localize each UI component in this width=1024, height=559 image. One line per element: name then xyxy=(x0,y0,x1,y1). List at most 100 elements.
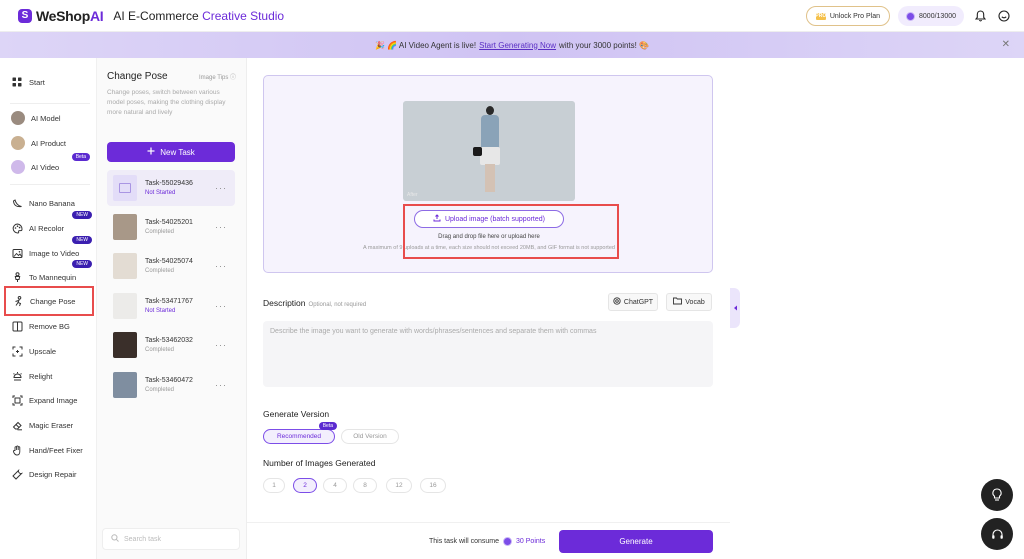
highlight-box xyxy=(403,204,619,259)
studio-title: AI E-Commerce Creative Studio xyxy=(113,8,285,23)
generate-version-label: Generate Version xyxy=(263,409,330,419)
main-editor: After Upload image (batch supported) Dra… xyxy=(247,58,730,559)
sidebar-item-ai-product[interactable]: AI Product xyxy=(8,132,94,154)
new-badge: NEW xyxy=(72,211,92,219)
pro-icon: PRO xyxy=(815,12,827,20)
generate-button[interactable]: Generate xyxy=(559,530,713,553)
num-images-option-16[interactable]: 16 xyxy=(420,478,446,493)
search-icon xyxy=(111,534,119,544)
num-images-option-1[interactable]: 1 xyxy=(263,478,285,493)
task-thumbnail xyxy=(113,372,137,398)
sidebar-item-remove-bg[interactable]: Remove BG xyxy=(8,315,94,337)
eraser-icon xyxy=(11,419,23,431)
sidebar-item-design-repair[interactable]: Design Repair xyxy=(8,463,94,485)
new-badge: NEW xyxy=(72,236,92,244)
start-generating-link[interactable]: Start Generating Now xyxy=(479,41,556,50)
description-input[interactable] xyxy=(263,321,713,387)
weshop-logo[interactable]: S WeShopAI xyxy=(18,7,104,24)
bell-icon[interactable] xyxy=(972,8,988,24)
sidebar-item-upscale[interactable]: Upscale xyxy=(8,340,94,362)
num-images-option-12[interactable]: 12 xyxy=(386,478,412,493)
task-thumbnail xyxy=(113,332,137,358)
task-item[interactable]: Task-54025201 Completed ··· xyxy=(107,209,235,245)
vocab-button[interactable]: Vocab xyxy=(666,293,712,311)
more-options-icon[interactable]: ··· xyxy=(215,301,227,311)
ai-video-thumbnail xyxy=(11,160,25,174)
generate-footer: This task will consume 30 Points Generat… xyxy=(247,522,730,559)
version-recommended-option[interactable]: Recommended Beta xyxy=(263,422,337,444)
task-item[interactable]: Task-53471767 Not Started ··· xyxy=(107,288,235,324)
upload-dropzone[interactable]: After Upload image (batch supported) Dra… xyxy=(263,75,713,273)
sidebar-item-ai-video[interactable]: AI Video Beta xyxy=(8,153,94,178)
coin-icon xyxy=(503,537,513,546)
task-thumbnail xyxy=(113,214,137,240)
left-sidebar: Start AI Model AI Product AI Video Beta … xyxy=(0,58,97,559)
sidebar-item-magic-eraser[interactable]: Magic Eraser xyxy=(8,414,94,436)
divider xyxy=(10,184,90,185)
sidebar-item-change-pose[interactable]: Change Pose xyxy=(4,286,94,316)
lightbulb-icon[interactable] xyxy=(981,479,1013,511)
ai-product-thumbnail xyxy=(11,136,25,150)
top-header: S WeShopAI AI E-Commerce Creative Studio… xyxy=(0,0,1024,32)
divider xyxy=(10,103,90,104)
image-tips-link[interactable]: Image Tips ⓘ xyxy=(199,72,236,81)
results-panel xyxy=(730,58,1024,559)
hand-icon xyxy=(11,444,23,456)
num-images-option-4[interactable]: 4 xyxy=(323,478,347,493)
points-cost: This task will consume 30 Points xyxy=(429,537,546,546)
example-preview-image: After xyxy=(403,101,575,201)
beta-badge: Beta xyxy=(71,153,90,161)
upscale-icon xyxy=(11,345,23,357)
sidebar-item-to-mannequin[interactable]: To Mannequin NEW xyxy=(8,260,94,288)
panel-description: Change poses, switch between various mod… xyxy=(107,89,226,116)
task-item[interactable]: Task-53460472 Completed ··· xyxy=(107,367,235,403)
banana-icon xyxy=(11,197,23,209)
new-task-button[interactable]: New Task xyxy=(107,142,235,162)
close-icon[interactable]: ✕ xyxy=(1002,39,1010,50)
sidebar-item-expand-image[interactable]: Expand Image xyxy=(8,389,94,411)
more-options-icon[interactable]: ··· xyxy=(215,340,227,350)
palette-icon xyxy=(11,222,23,234)
sidebar-item-relight[interactable]: Relight xyxy=(8,365,94,387)
points-balance[interactable]: 8000/13000 xyxy=(898,6,964,26)
folder-icon xyxy=(673,297,683,307)
more-options-icon[interactable]: ··· xyxy=(215,380,227,390)
headset-support-icon[interactable] xyxy=(981,518,1013,550)
more-options-icon[interactable]: ··· xyxy=(215,183,227,193)
task-item[interactable]: Task-55029436 Not Started ··· xyxy=(107,170,235,206)
chatgpt-button[interactable]: ChatGPT xyxy=(608,293,658,311)
more-options-icon[interactable]: ··· xyxy=(215,222,227,232)
user-avatar-icon[interactable] xyxy=(996,8,1012,24)
version-old-option[interactable]: Old Version xyxy=(341,429,399,444)
logo-icon: S xyxy=(18,8,32,23)
tasks-panel: Change Pose Image Tips ⓘ Change poses, s… xyxy=(97,58,247,559)
plus-icon xyxy=(147,147,155,157)
collapse-panel-toggle[interactable] xyxy=(730,288,740,328)
task-item[interactable]: Task-54025074 Completed ··· xyxy=(107,248,235,284)
sidebar-item-start[interactable]: Start xyxy=(8,71,94,93)
beta-badge: Beta xyxy=(318,422,337,430)
image-video-icon xyxy=(11,247,23,259)
description-label: Description Optional, not required xyxy=(263,298,367,308)
num-images-option-8[interactable]: 8 xyxy=(353,478,377,493)
logo-text: WeShop xyxy=(36,7,90,24)
logo-ai-text: AI xyxy=(89,7,104,24)
num-images-option-2[interactable]: 2 xyxy=(293,478,317,493)
remove-bg-icon xyxy=(11,320,23,332)
preview-label: After xyxy=(407,192,418,198)
sidebar-item-ai-model[interactable]: AI Model xyxy=(8,107,94,129)
more-options-icon[interactable]: ··· xyxy=(215,261,227,271)
ai-model-thumbnail xyxy=(11,111,25,125)
new-badge: NEW xyxy=(72,260,92,268)
task-thumbnail xyxy=(113,293,137,319)
panel-title: Change Pose xyxy=(107,71,168,82)
num-images-label: Number of Images Generated xyxy=(263,458,376,468)
sidebar-item-hand-feet-fixer[interactable]: Hand/Feet Fixer xyxy=(8,439,94,461)
expand-icon xyxy=(11,394,23,406)
mannequin-icon xyxy=(11,271,23,283)
coin-icon xyxy=(906,11,916,21)
task-item[interactable]: Task-53462032 Completed ··· xyxy=(107,327,235,363)
unlock-pro-plan-button[interactable]: PRO Unlock Pro Plan xyxy=(805,6,891,26)
search-task-input[interactable]: Search task xyxy=(102,528,240,550)
pose-icon xyxy=(12,295,24,307)
